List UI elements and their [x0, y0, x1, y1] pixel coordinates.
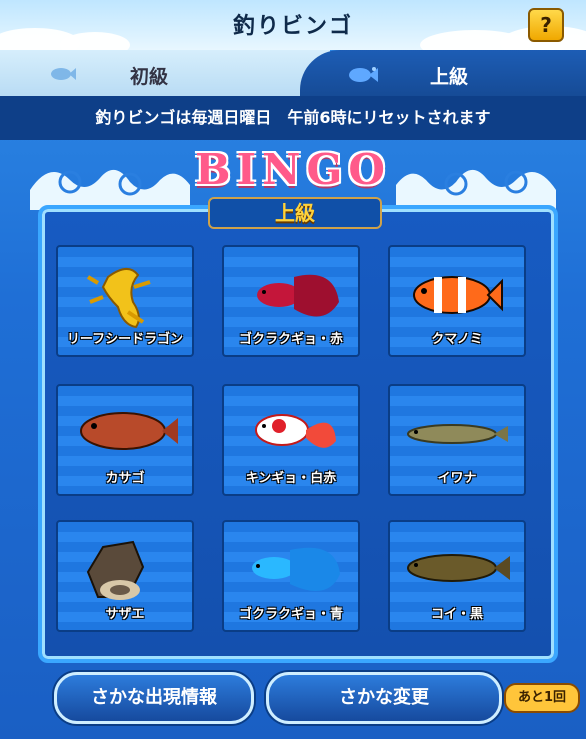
remaining-count-badge: あと1回 [504, 683, 580, 713]
bingo-cell-scorpionfish[interactable]: カサゴ [56, 384, 194, 496]
cell-label: イワナ [437, 471, 477, 486]
cell-label: キンギョ・白赤 [245, 471, 337, 486]
tab-beginner-label: 初級 [130, 66, 169, 88]
tab-advanced-label: 上級 [430, 66, 469, 88]
cell-label: クマノミ [431, 332, 483, 347]
bingo-cell-goldfish[interactable]: キンギョ・白赤 [222, 384, 360, 496]
cell-label: コイ・黒 [430, 607, 483, 622]
fish-appearance-info-button[interactable]: さかな出現情報 [54, 672, 254, 724]
header-bar: 釣りビンゴ ? [0, 0, 586, 60]
cell-label: ゴクラクギョ・赤 [238, 332, 343, 347]
change-fish-button[interactable]: さかな変更 [266, 672, 502, 724]
bingo-cell-leafy-seadragon[interactable]: リーフシードラゴン [56, 245, 194, 357]
cell-label: リーフシードラゴン [66, 332, 184, 347]
cell-label: ゴクラクギョ・青 [238, 607, 343, 622]
tab-advanced[interactable]: 上級 [300, 50, 586, 96]
fish-icon [51, 68, 76, 80]
page-title: 釣りビンゴ [232, 14, 353, 39]
bingo-level-label: 上級 [208, 197, 382, 229]
cell-label: カサゴ [105, 471, 145, 486]
bingo-cell-carp-black[interactable]: コイ・黒 [388, 520, 526, 632]
bingo-cell-clownfish[interactable]: クマノミ [388, 245, 526, 357]
help-button[interactable]: ? [528, 8, 564, 42]
cell-label: サザエ [105, 607, 145, 622]
bingo-cell-char[interactable]: イワナ [388, 384, 526, 496]
level-tabs: 初級 上級 [0, 50, 586, 96]
bingo-title: BINGO [195, 145, 391, 194]
bingo-cell-betta-red[interactable]: ゴクラクギョ・赤 [222, 245, 360, 357]
bingo-cell-turban-shell[interactable]: サザエ [56, 520, 194, 632]
bingo-cell-betta-blue[interactable]: ゴクラクギョ・青 [222, 520, 360, 632]
fish-icon [349, 67, 378, 82]
reset-notice: 釣りビンゴは毎週日曜日 午前6時にリセットされます [0, 96, 586, 140]
tab-beginner[interactable]: 初級 [0, 50, 330, 96]
